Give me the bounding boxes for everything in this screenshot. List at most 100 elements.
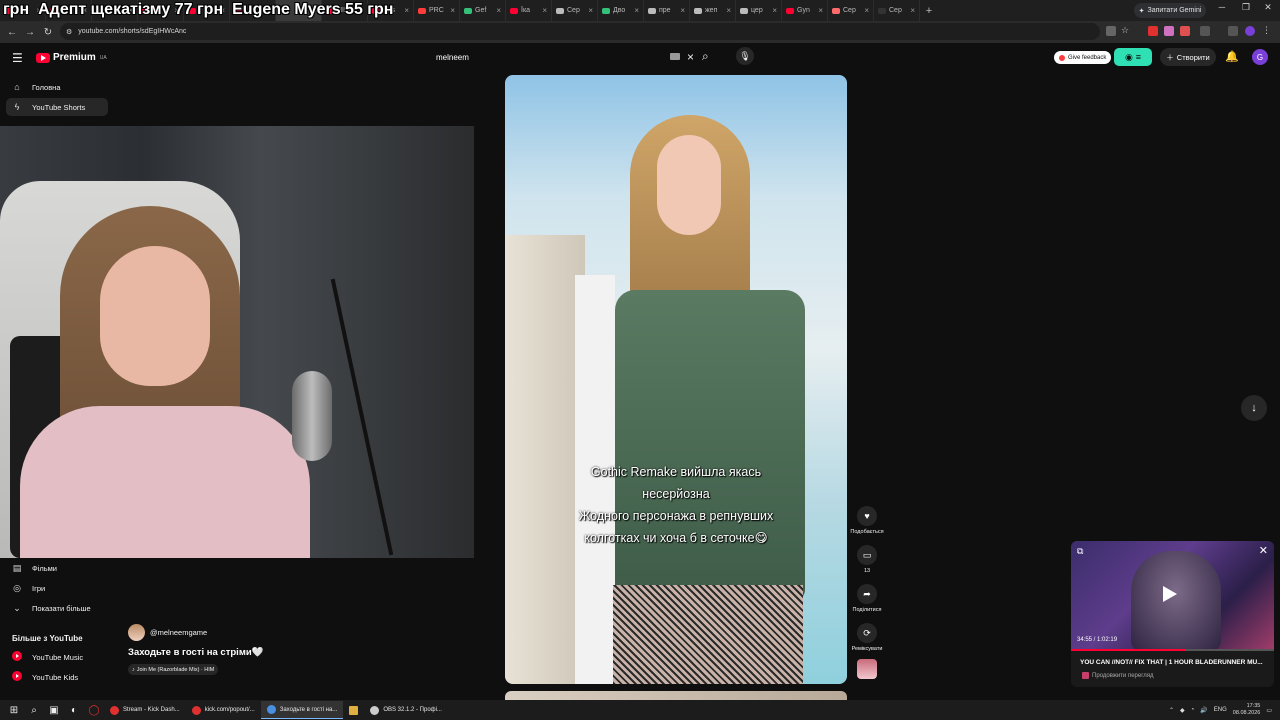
- browser-tab[interactable]: ×: [46, 0, 92, 21]
- browser-tab[interactable]: Сер ×: [828, 0, 874, 21]
- extension-icon[interactable]: [1180, 26, 1190, 36]
- sidebar-item-films[interactable]: ▤ Фільми: [6, 559, 108, 577]
- browser-tab[interactable]: ×: [138, 0, 184, 21]
- miniplayer[interactable]: ⧉ ✕ 34:55 / 1:02:19 YOU CAN //NOT// FIX …: [1071, 541, 1274, 687]
- volume-icon[interactable]: 🔊: [1200, 707, 1207, 714]
- tab-close-icon[interactable]: ×: [818, 6, 823, 15]
- chevron-up-icon[interactable]: ⌃: [1169, 707, 1174, 714]
- address-bar[interactable]: ⚙ youtube.com/shorts/sdEgIHWcAnc: [60, 23, 1100, 40]
- search-input[interactable]: melneem ×: [428, 48, 700, 66]
- back-icon[interactable]: ←: [3, 27, 21, 38]
- comments-button[interactable]: ▭ 13: [856, 545, 878, 574]
- browser-tab[interactable]: грн ×: [0, 0, 46, 21]
- sidebar-item-youtube-music[interactable]: YouTube Music: [6, 648, 108, 666]
- clear-search-icon[interactable]: ×: [687, 50, 694, 64]
- sidebar-show-more[interactable]: ⌄ Показати більше: [6, 599, 108, 617]
- browser-tab[interactable]: ×: [92, 0, 138, 21]
- taskbar-app[interactable]: Заходьте в гості на...: [260, 701, 344, 719]
- shorts-video-player[interactable]: Gothic Remake вийшла якась несерйозна Жо…: [505, 75, 847, 684]
- tab-close-icon[interactable]: ×: [220, 6, 225, 15]
- tab-close-icon[interactable]: ×: [496, 6, 501, 15]
- tab-close-icon[interactable]: ×: [404, 6, 409, 15]
- sound-thumbnail[interactable]: [857, 659, 877, 679]
- channel-avatar[interactable]: [128, 624, 145, 641]
- create-button[interactable]: ＋ Створити: [1160, 48, 1216, 66]
- tab-close-icon[interactable]: ×: [312, 6, 317, 15]
- extension-icon[interactable]: [1164, 26, 1174, 36]
- expand-miniplayer-icon[interactable]: ⧉: [1077, 546, 1083, 557]
- tab-close-icon[interactable]: ×: [726, 6, 731, 15]
- browser-tab[interactable]: ×: [276, 0, 322, 21]
- tab-close-icon[interactable]: ×: [266, 6, 271, 15]
- like-button[interactable]: ♥ Подобається: [850, 506, 884, 535]
- forward-icon[interactable]: →: [21, 27, 39, 38]
- channel-name[interactable]: @melneemgame: [150, 628, 207, 637]
- sidebar-item-shorts[interactable]: ϟ YouTube Shorts: [6, 98, 108, 116]
- clock[interactable]: 17:35 08.08.2026: [1233, 703, 1261, 717]
- opera-browser-icon[interactable]: ◯: [84, 700, 104, 720]
- tab-close-icon[interactable]: ×: [680, 6, 685, 15]
- browser-tab[interactable]: Їка ×: [506, 0, 552, 21]
- bookmark-star-icon[interactable]: ☆: [1121, 25, 1131, 35]
- microphone-icon[interactable]: 🎙: [736, 47, 754, 65]
- taskbar-app[interactable]: OBS 32.1.2 - Профі...: [364, 701, 448, 719]
- browser-tab[interactable]: пре ×: [644, 0, 690, 21]
- windows-start-icon[interactable]: ⊞: [4, 700, 24, 720]
- window-close-icon[interactable]: ✕: [1258, 2, 1278, 13]
- youtube-logo[interactable]: Premium UA: [36, 52, 107, 63]
- browser-tab[interactable]: цер ×: [736, 0, 782, 21]
- tab-close-icon[interactable]: ×: [128, 6, 133, 15]
- remix-button[interactable]: ⟳ Реміксувати: [852, 623, 882, 652]
- taskbar-app[interactable]: Stream - Kick Dash...: [104, 701, 186, 719]
- browser-tab[interactable]: HIM ×: [322, 0, 368, 21]
- browser-tab[interactable]: ×: [184, 0, 230, 21]
- tab-close-icon[interactable]: ×: [358, 6, 363, 15]
- tab-close-icon[interactable]: ×: [910, 6, 915, 15]
- browser-tab[interactable]: Gef ×: [460, 0, 506, 21]
- miniplayer-progress-bar[interactable]: [1071, 649, 1274, 651]
- profile-icon[interactable]: [1245, 26, 1255, 36]
- ask-gemini-button[interactable]: ✦ Запитати Gemini: [1134, 3, 1206, 18]
- restore-icon[interactable]: ❐: [1236, 2, 1256, 13]
- extensions-puzzle-icon[interactable]: [1200, 26, 1210, 36]
- sidepanel-icon[interactable]: [1228, 26, 1238, 36]
- tab-close-icon[interactable]: ×: [772, 6, 777, 15]
- task-view-icon[interactable]: ▣: [44, 700, 64, 720]
- minimize-icon[interactable]: ─: [1212, 2, 1232, 12]
- browser-tab[interactable]: Gyn ×: [782, 0, 828, 21]
- tab-close-icon[interactable]: ×: [82, 6, 87, 15]
- extension-toggle-button[interactable]: ◉ ≡: [1114, 48, 1152, 66]
- site-info-icon[interactable]: ⚙: [66, 28, 72, 36]
- music-chip[interactable]: ♪ Join Me (Razorblade Mix) · HIM: [128, 664, 219, 675]
- tab-close-icon[interactable]: ×: [588, 6, 593, 15]
- keyboard-icon[interactable]: [670, 53, 680, 60]
- notification-icon[interactable]: ▭: [1266, 707, 1272, 714]
- new-tab-icon[interactable]: +: [920, 5, 938, 17]
- tray-app-icon[interactable]: ◆: [1180, 707, 1185, 714]
- play-icon[interactable]: [1163, 586, 1177, 602]
- search-icon[interactable]: ⌕: [702, 49, 709, 64]
- next-video-arrow-icon[interactable]: ↓: [1241, 395, 1267, 421]
- close-icon[interactable]: ✕: [1259, 544, 1268, 557]
- share-button[interactable]: ➦ Поділитися: [853, 584, 881, 613]
- language-indicator[interactable]: ENG: [1214, 707, 1227, 713]
- edge-browser-icon[interactable]: ◐: [64, 700, 84, 720]
- sidebar-item-youtube-kids[interactable]: YouTube Kids: [6, 668, 108, 686]
- browser-tab[interactable]: жеп ×: [690, 0, 736, 21]
- menu-icon[interactable]: ☰: [12, 51, 23, 65]
- browser-tab[interactable]: Pos ×: [368, 0, 414, 21]
- sidebar-item-home[interactable]: ⌂ Головна: [6, 78, 108, 96]
- reload-icon[interactable]: ↻: [39, 27, 57, 38]
- tab-close-icon[interactable]: ×: [36, 6, 41, 15]
- account-avatar[interactable]: G: [1252, 49, 1268, 65]
- search-icon[interactable]: ⌕: [24, 700, 44, 720]
- taskbar-app[interactable]: kick.com/popout/...: [186, 701, 261, 719]
- tab-close-icon[interactable]: ×: [634, 6, 639, 15]
- menu-dots-icon[interactable]: ⋮: [1262, 25, 1272, 35]
- tab-close-icon[interactable]: ×: [864, 6, 869, 15]
- notifications-bell-icon[interactable]: 🔔: [1225, 50, 1239, 63]
- browser-tab[interactable]: PRC ×: [414, 0, 460, 21]
- resume-watching-link[interactable]: Продовжити перегляд: [1082, 672, 1154, 679]
- browser-tab[interactable]: Дво ×: [598, 0, 644, 21]
- browser-tab[interactable]: Сер ×: [552, 0, 598, 21]
